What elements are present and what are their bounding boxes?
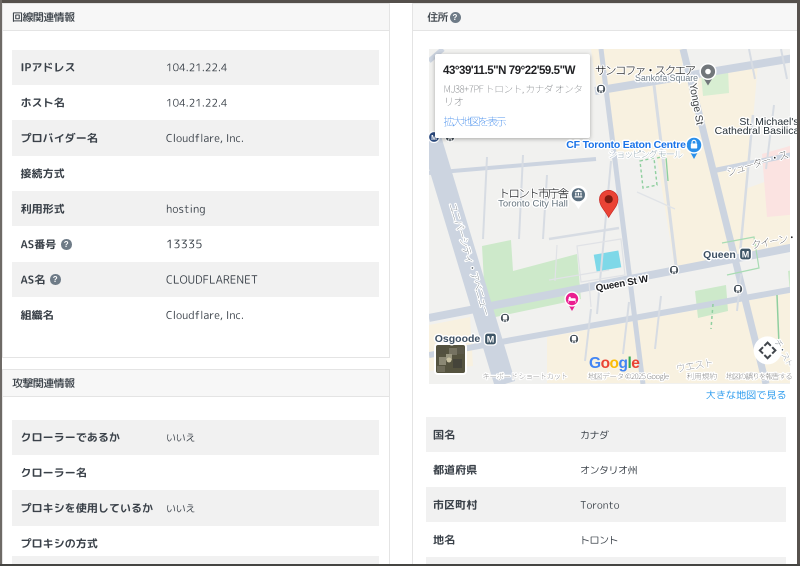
svg-text:M: M bbox=[487, 335, 495, 345]
svg-text:M: M bbox=[742, 250, 750, 260]
